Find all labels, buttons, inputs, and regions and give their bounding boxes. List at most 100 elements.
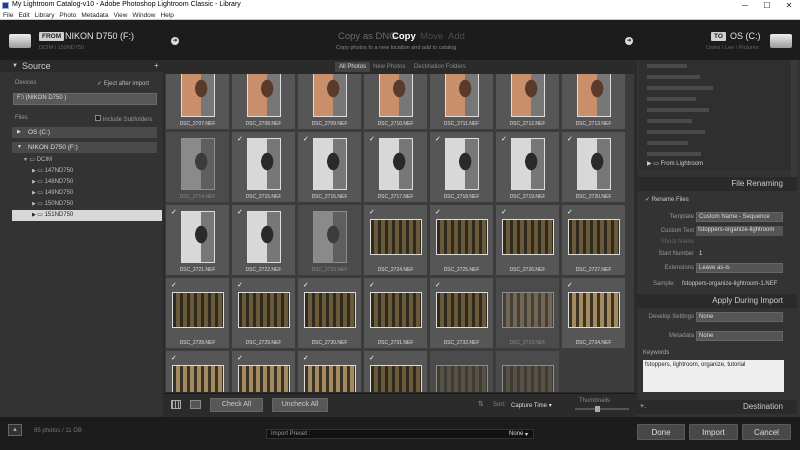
uncheck-all-button[interactable]: Uncheck All bbox=[272, 398, 328, 412]
custom-text-field[interactable]: fstoppers-organize-lightroom bbox=[696, 226, 783, 236]
checkmark-icon[interactable]: ✓ bbox=[171, 354, 177, 362]
photo-cell[interactable]: ✓ DSC_2725.NEF bbox=[429, 204, 494, 276]
develop-settings-select[interactable]: None bbox=[696, 312, 783, 322]
arrow-right-icon[interactable]: ➜ bbox=[625, 37, 633, 45]
scrollbar[interactable] bbox=[791, 60, 797, 180]
checkmark-icon[interactable]: ✓ bbox=[567, 208, 573, 216]
checkmark-icon[interactable]: ✓ bbox=[435, 135, 441, 143]
photo-cell[interactable]: ✓ DSC_2718.NEF bbox=[429, 131, 494, 203]
rename-files-checkbox[interactable]: ✓ Rename Files bbox=[645, 196, 689, 203]
checkmark-icon[interactable]: ✓ bbox=[303, 354, 309, 362]
collapse-triangle-icon[interactable]: ▼ bbox=[12, 60, 18, 72]
folder-item[interactable]: ▶ ▭ 147ND750 bbox=[12, 166, 162, 177]
photo-cell[interactable]: ✓ DSC_2731.NEF bbox=[363, 277, 428, 349]
template-select[interactable]: Custom Name - Sequence bbox=[696, 212, 783, 222]
checkmark-icon[interactable]: ✓ bbox=[237, 135, 243, 143]
photo-cell[interactable]: ✓DSC_2738.NEF bbox=[363, 350, 428, 392]
photo-cell[interactable]: ✓ DSC_2715.NEF bbox=[231, 131, 296, 203]
photo-cell[interactable]: ✓DSC_2708.NEF bbox=[231, 74, 296, 130]
photo-cell[interactable]: ✓ DSC_2734.NEF bbox=[561, 277, 626, 349]
photo-cell[interactable]: ✓DSC_2712.NEF bbox=[495, 74, 560, 130]
add-icon[interactable]: +. bbox=[640, 400, 646, 414]
check-all-button[interactable]: Check All bbox=[210, 398, 263, 412]
photo-cell[interactable]: ✓ DSC_2717.NEF bbox=[363, 131, 428, 203]
keywords-field[interactable]: fstoppers, lightroom, organize, tutorial bbox=[643, 360, 784, 392]
menu-help[interactable]: Help bbox=[160, 11, 173, 20]
menu-window[interactable]: Window bbox=[132, 11, 155, 20]
checkmark-icon[interactable]: ✓ bbox=[369, 135, 375, 143]
photo-cell[interactable]: ✓DSC_2711.NEF bbox=[429, 74, 494, 130]
photo-cell[interactable]: ✓ DSC_2716.NEF bbox=[297, 131, 362, 203]
source-drive-label[interactable]: NIKON D750 (F:) bbox=[65, 31, 134, 41]
mode-add[interactable]: Add bbox=[448, 31, 465, 42]
checkmark-icon[interactable]: ✓ bbox=[237, 208, 243, 216]
checkmark-icon[interactable]: ✓ bbox=[303, 135, 309, 143]
eject-after-import-checkbox[interactable]: ✓ Eject after import bbox=[97, 80, 149, 87]
extensions-select[interactable]: Leave as-is bbox=[696, 263, 783, 273]
photo-cell[interactable]: ✓DSC_2737.NEF bbox=[297, 350, 362, 392]
folder-item[interactable]: ▼ ▭ DCIM bbox=[12, 155, 162, 166]
photo-cell[interactable]: ✓DSC_2707.NEF bbox=[165, 74, 230, 130]
drive-os-c[interactable]: ▶ OS (C:) bbox=[12, 127, 157, 138]
file-renaming-header[interactable]: File Renaming bbox=[637, 177, 797, 191]
apply-during-import-header[interactable]: Apply During Import bbox=[637, 294, 797, 308]
device-select[interactable]: F:\ (NIKON D750 ) bbox=[13, 93, 157, 105]
menu-view[interactable]: View bbox=[113, 11, 127, 20]
photo-cell[interactable]: DSC_2723.NEF bbox=[297, 204, 362, 276]
checkmark-icon[interactable]: ✓ bbox=[237, 354, 243, 362]
menu-library[interactable]: Library bbox=[35, 11, 55, 20]
tab-destination-folders[interactable]: Destination Folders bbox=[410, 62, 470, 72]
folder-item[interactable]: ▶ ▭ 151ND750 bbox=[12, 210, 162, 221]
photo-cell[interactable]: DSC_2714.NEF bbox=[165, 131, 230, 203]
destination-drive-label[interactable]: OS (C:) bbox=[730, 31, 761, 41]
maximize-button[interactable]: ☐ bbox=[756, 0, 778, 11]
photo-cell[interactable]: ✓DSC_2735.NEF bbox=[165, 350, 230, 392]
close-button[interactable]: ✕ bbox=[778, 0, 800, 11]
photo-cell[interactable]: ✓DSC_2710.NEF bbox=[363, 74, 428, 130]
photo-cell[interactable]: ✓DSC_2709.NEF bbox=[297, 74, 362, 130]
checkmark-icon[interactable]: ✓ bbox=[369, 354, 375, 362]
metadata-select[interactable]: None bbox=[696, 331, 783, 341]
checkmark-icon[interactable]: ✓ bbox=[501, 208, 507, 216]
folder-item[interactable]: ▶ ▭ 150ND750 bbox=[12, 199, 162, 210]
folder-item[interactable]: ▶ ▭ 149ND750 bbox=[12, 188, 162, 199]
menu-edit[interactable]: Edit bbox=[18, 11, 29, 20]
photo-cell[interactable]: ✓ DSC_2719.NEF bbox=[495, 131, 560, 203]
checkmark-icon[interactable]: ✓ bbox=[567, 135, 573, 143]
sort-select[interactable]: Capture Time ▾ bbox=[511, 402, 552, 409]
minimize-button[interactable]: ─ bbox=[734, 0, 756, 11]
collapse-up-icon[interactable]: ▲ bbox=[8, 424, 22, 436]
sort-direction-icon[interactable]: ⇅ bbox=[478, 400, 484, 408]
thumbnail-size-slider[interactable] bbox=[575, 406, 629, 412]
loupe-view-icon[interactable] bbox=[190, 400, 201, 409]
grid-view-icon[interactable] bbox=[171, 400, 181, 409]
destination-header[interactable]: +. Destination bbox=[637, 400, 797, 414]
slider-handle[interactable] bbox=[595, 406, 600, 412]
checkmark-icon[interactable]: ✓ bbox=[435, 208, 441, 216]
checkmark-icon[interactable]: ✓ bbox=[171, 208, 177, 216]
photo-cell[interactable]: ✓ DSC_2724.NEF bbox=[363, 204, 428, 276]
tab-all-photos[interactable]: All Photos bbox=[335, 62, 371, 72]
photo-cell[interactable]: ✓DSC_2736.NEF bbox=[231, 350, 296, 392]
mode-move[interactable]: Move bbox=[420, 31, 443, 42]
menu-metadata[interactable]: Metadata bbox=[81, 11, 108, 20]
checkmark-icon[interactable]: ✓ bbox=[567, 281, 573, 289]
photo-cell[interactable]: ✓ DSC_2730.NEF bbox=[297, 277, 362, 349]
photo-cell[interactable]: ✓ DSC_2720.NEF bbox=[561, 131, 626, 203]
checkmark-icon[interactable]: ✓ bbox=[369, 281, 375, 289]
source-panel-header[interactable]: ▼ Source + bbox=[0, 60, 163, 72]
photo-cell[interactable]: DSC_2740.NEF bbox=[495, 350, 560, 392]
drive-nikon-f[interactable]: ▼ NIKON D750 (F:) bbox=[12, 142, 157, 153]
photo-cell[interactable]: DSC_2733.NEF bbox=[495, 277, 560, 349]
mode-copy[interactable]: Copy bbox=[392, 31, 416, 42]
include-subfolders-checkbox[interactable]: Include Subfolders bbox=[95, 115, 152, 123]
menu-photo[interactable]: Photo bbox=[59, 11, 76, 20]
photo-cell[interactable]: ✓ DSC_2732.NEF bbox=[429, 277, 494, 349]
import-button[interactable]: Import bbox=[689, 424, 738, 440]
photo-cell[interactable]: ✓ DSC_2722.NEF bbox=[231, 204, 296, 276]
photo-cell[interactable]: ✓DSC_2713.NEF bbox=[561, 74, 626, 130]
add-icon[interactable]: + bbox=[154, 60, 159, 72]
photo-cell[interactable]: DSC_2739.NEF bbox=[429, 350, 494, 392]
mode-copy-as-dng[interactable]: Copy as DNG bbox=[338, 31, 397, 42]
folder-from-lightroom[interactable]: ▶ ▭ From Lightroom bbox=[647, 160, 703, 167]
